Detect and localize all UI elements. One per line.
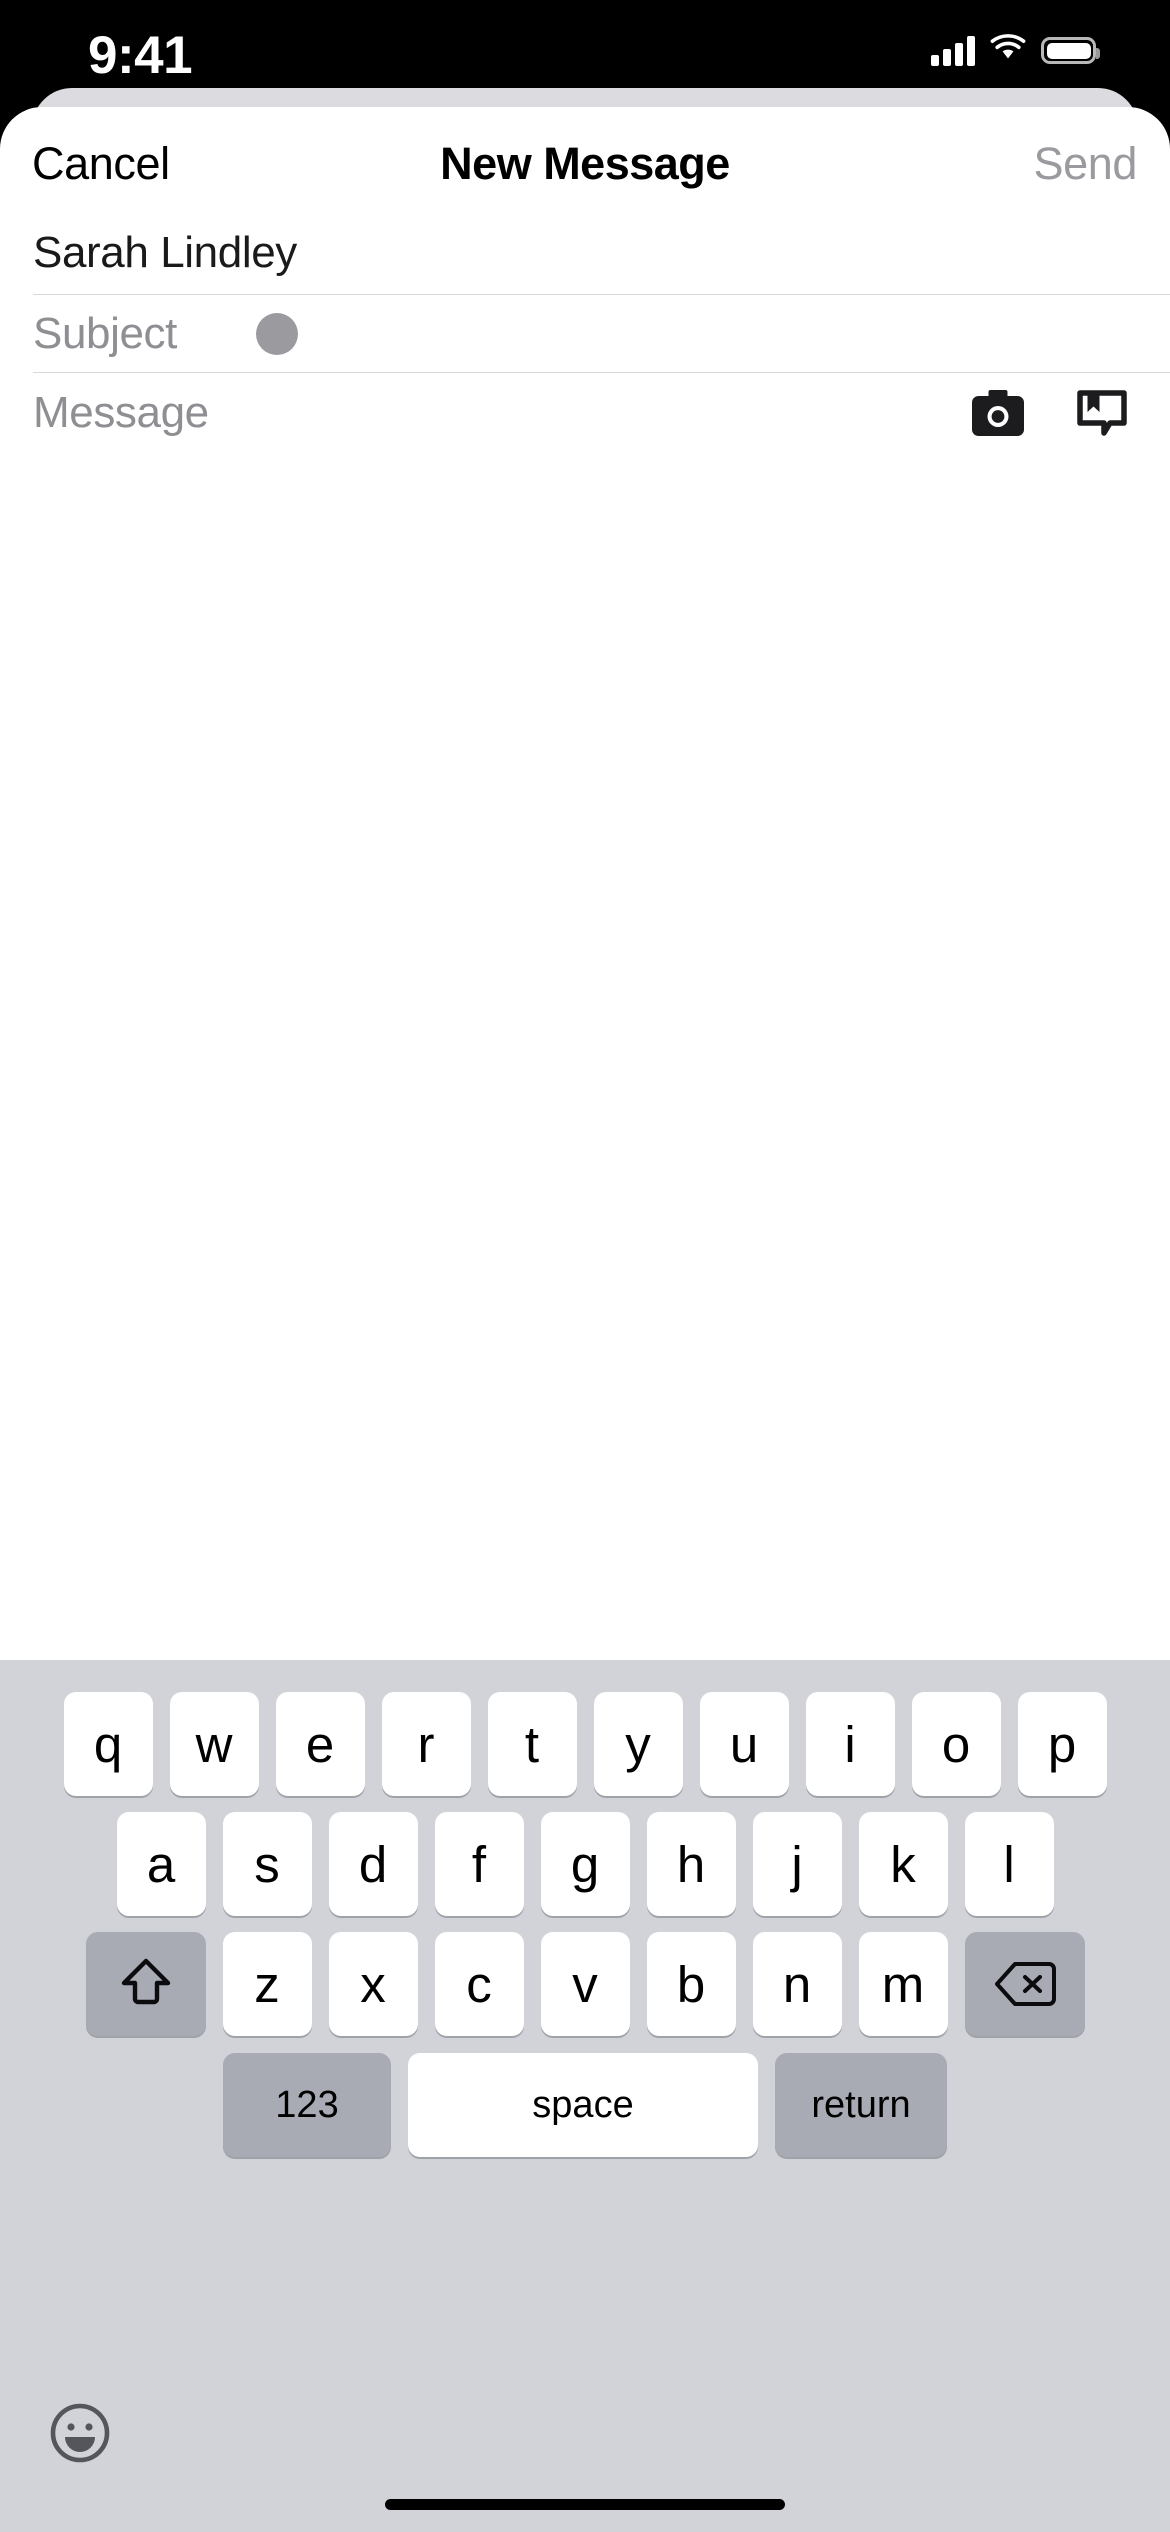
keyboard-row-2: a s d f g h j k l — [0, 1796, 1170, 1916]
status-bar-time: 9:41 — [88, 26, 193, 85]
digital-touch-icon[interactable] — [1076, 390, 1128, 436]
backspace-icon — [994, 1962, 1056, 2006]
key-i[interactable]: i — [805, 1692, 895, 1796]
page-title: New Message — [440, 138, 730, 189]
message-field-row[interactable]: Message — [0, 373, 1170, 453]
key-f[interactable]: f — [434, 1812, 524, 1916]
key-y[interactable]: y — [593, 1692, 683, 1796]
key-b[interactable]: b — [646, 1932, 736, 2036]
subject-cursor-dot — [255, 313, 298, 355]
message-attachment-icons — [972, 390, 1128, 436]
key-x[interactable]: x — [328, 1932, 418, 2036]
space-key[interactable]: space — [408, 2053, 758, 2157]
camera-icon[interactable] — [972, 390, 1024, 436]
status-bar-indicators — [931, 34, 1100, 67]
recipient-field-row[interactable]: Sarah Lindley — [0, 211, 1170, 295]
keyboard-row-3: z x c v b n m — [0, 1916, 1170, 2036]
battery-icon — [1041, 37, 1100, 64]
key-v[interactable]: v — [540, 1932, 630, 2036]
key-g[interactable]: g — [540, 1812, 630, 1916]
key-a[interactable]: a — [116, 1812, 206, 1916]
key-m[interactable]: m — [858, 1932, 948, 2036]
send-button[interactable]: Send — [1034, 140, 1138, 188]
cellular-bars-icon — [931, 35, 975, 66]
keyboard-bottom-bar — [0, 2382, 1170, 2532]
key-o[interactable]: o — [911, 1692, 1001, 1796]
key-c[interactable]: c — [434, 1932, 524, 2036]
key-k[interactable]: k — [858, 1812, 948, 1916]
key-u[interactable]: u — [699, 1692, 789, 1796]
shift-key[interactable] — [85, 1932, 206, 2036]
emoji-smiley-icon[interactable] — [49, 2402, 111, 2464]
navigation-bar: Cancel New Message Send — [0, 107, 1170, 211]
key-h[interactable]: h — [646, 1812, 736, 1916]
numbers-key[interactable]: 123 — [223, 2053, 391, 2157]
key-j[interactable]: j — [752, 1812, 842, 1916]
key-r[interactable]: r — [381, 1692, 471, 1796]
key-z[interactable]: z — [222, 1932, 312, 2036]
keyboard-row-4: 123 space return — [0, 2036, 1170, 2157]
key-q[interactable]: q — [63, 1692, 153, 1796]
key-d[interactable]: d — [328, 1812, 418, 1916]
key-p[interactable]: p — [1017, 1692, 1107, 1796]
subject-field-row[interactable]: Subject — [0, 295, 1170, 373]
shift-arrow-icon — [121, 1958, 170, 2005]
key-e[interactable]: e — [275, 1692, 365, 1796]
new-message-sheet: Cancel New Message Send Sarah Lindley Su… — [0, 107, 1170, 1660]
home-indicator — [385, 2499, 785, 2510]
key-t[interactable]: t — [487, 1692, 577, 1796]
return-key[interactable]: return — [775, 2053, 947, 2157]
recipient-value: Sarah Lindley — [33, 228, 297, 277]
status-bar: 9:41 — [0, 0, 1170, 110]
key-l[interactable]: l — [964, 1812, 1054, 1916]
on-screen-keyboard: q w e r t y u i o p a s d f g h j k l z … — [0, 1660, 1170, 2532]
subject-placeholder: Subject — [33, 309, 177, 358]
keyboard-row-1: q w e r t y u i o p — [0, 1660, 1170, 1796]
key-s[interactable]: s — [222, 1812, 312, 1916]
key-n[interactable]: n — [752, 1932, 842, 2036]
wifi-icon — [990, 34, 1026, 67]
message-placeholder: Message — [33, 388, 209, 437]
backspace-key[interactable] — [964, 1932, 1085, 2036]
key-w[interactable]: w — [169, 1692, 259, 1796]
